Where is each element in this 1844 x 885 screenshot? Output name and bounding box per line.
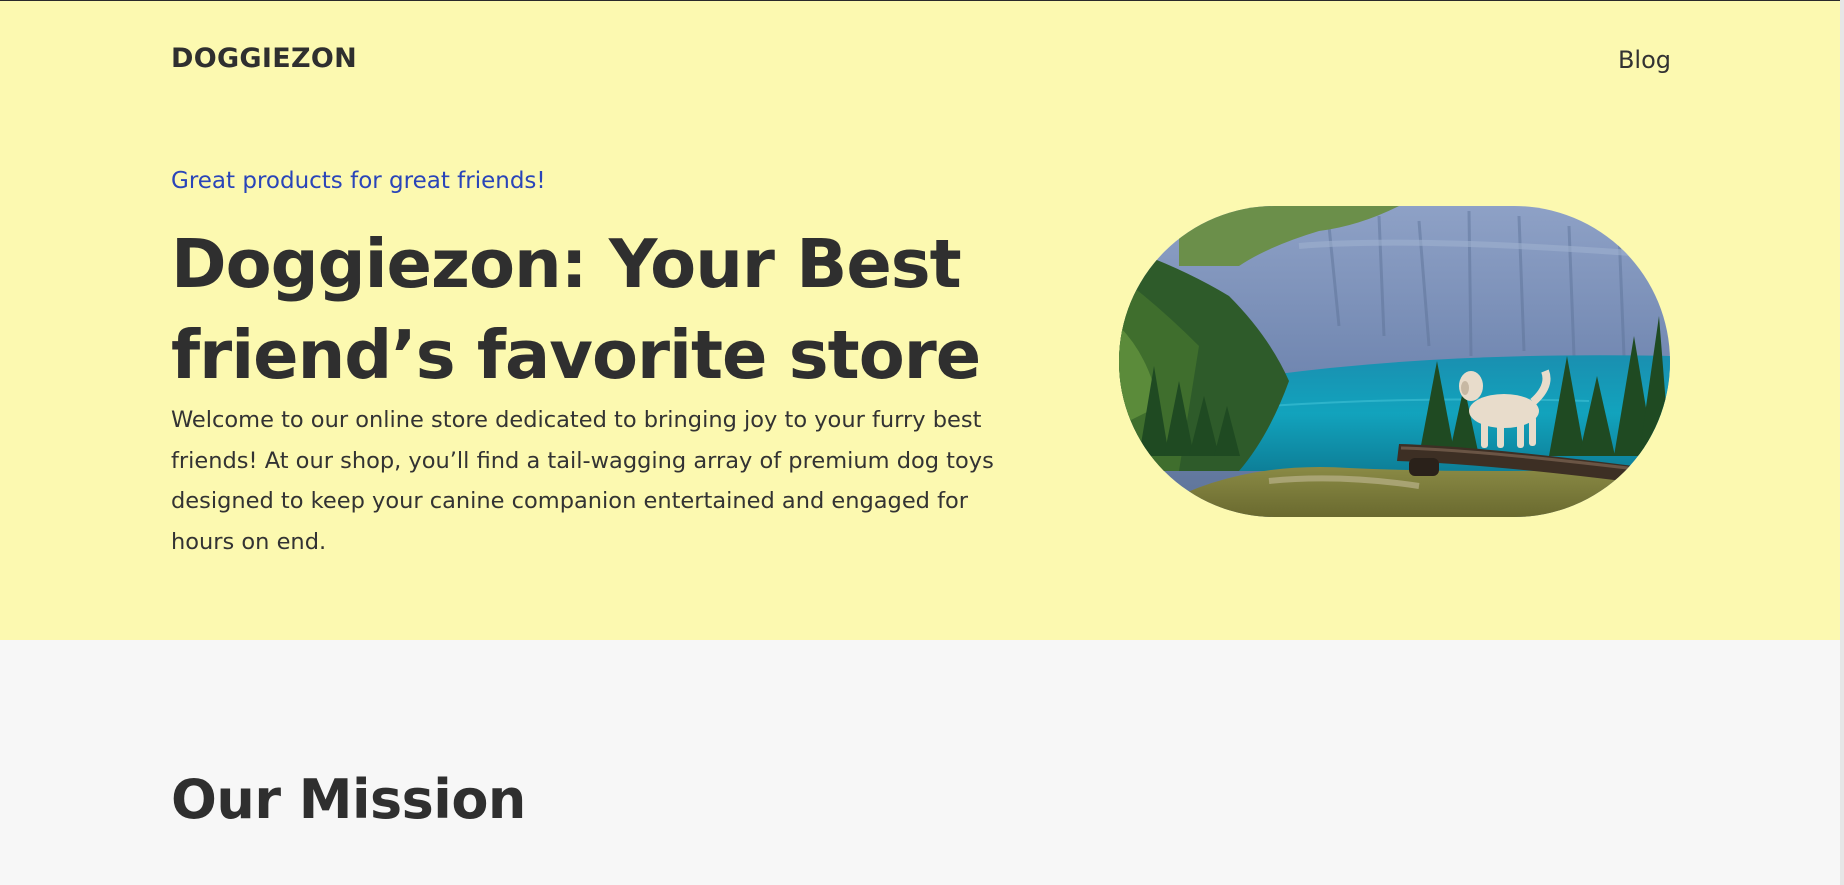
nav-link-blog[interactable]: Blog (1618, 46, 1671, 74)
landscape-photo-dog-by-lake-icon (1119, 206, 1670, 517)
hero-eyebrow: Great products for great friends! (171, 168, 546, 194)
mission-title: Our Mission (171, 768, 526, 831)
site-header: DOGGIEZON Blog (171, 41, 1671, 85)
mission-section: Our Mission (0, 640, 1840, 885)
window-edge (1840, 0, 1844, 885)
hero-image (1119, 206, 1670, 517)
hero-section: DOGGIEZON Blog Great products for great … (0, 1, 1840, 640)
hero-intro: Welcome to our online store dedicated to… (171, 407, 994, 555)
hero-title: Doggiezon: Your Best friend’s favorite s… (171, 225, 981, 394)
site-logo[interactable]: DOGGIEZON (171, 43, 357, 74)
